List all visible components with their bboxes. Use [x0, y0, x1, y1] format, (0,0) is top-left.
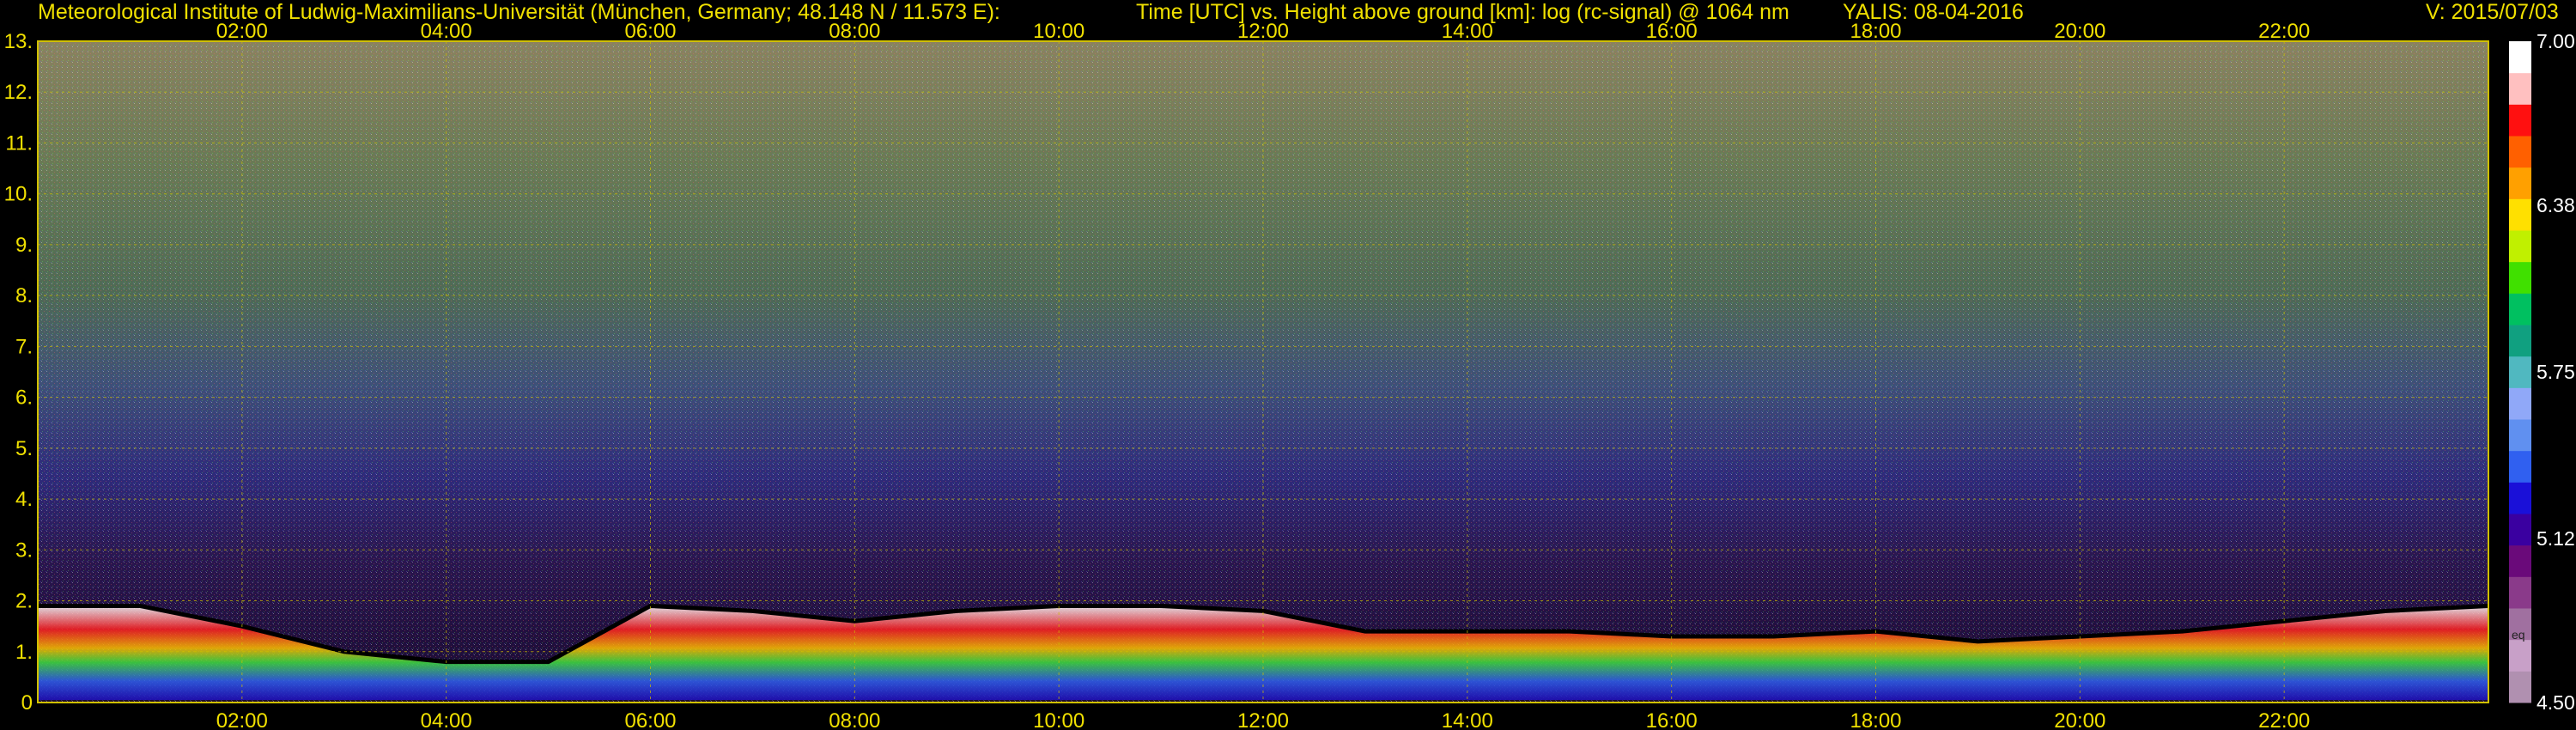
- colorbar-swatch: [2509, 167, 2531, 199]
- y-tick-label: 10.: [4, 183, 33, 206]
- x-tick-label-top: 08:00: [829, 20, 880, 43]
- x-tick-label-top: 04:00: [421, 20, 472, 43]
- x-tick-label-top: 20:00: [2054, 20, 2105, 43]
- y-tick-label: 9.: [15, 234, 33, 257]
- colorbar-swatch: [2509, 671, 2531, 703]
- colorbar-swatch: [2509, 387, 2531, 420]
- colorbar-tick-label: 5.12: [2537, 527, 2575, 550]
- x-tick-label-bottom: 22:00: [2258, 709, 2310, 730]
- x-tick-label-bottom: 12:00: [1237, 709, 1289, 730]
- x-tick-label-bottom: 04:00: [421, 709, 472, 730]
- colorbar-swatch: [2509, 198, 2531, 231]
- y-tick-label: 1.: [15, 641, 33, 664]
- y-tick-label: 8.: [15, 284, 33, 307]
- y-tick-label: 11.: [5, 131, 33, 155]
- colorbar-swatch: [2509, 419, 2531, 452]
- x-tick-label-top: 14:00: [1442, 20, 1493, 43]
- x-axis-bottom: 02:00 04:00 06:00 08:00 10:00 12:00 14:00 16:00…: [216, 709, 2310, 730]
- y-tick-label: 6.: [15, 386, 33, 410]
- colorbar-swatch: [2509, 356, 2531, 388]
- x-tick-label-top: 16:00: [1646, 20, 1698, 43]
- x-tick-label-bottom: 06:00: [624, 709, 676, 730]
- x-tick-label-bottom: 20:00: [2054, 709, 2105, 730]
- colorbar-swatch: [2509, 230, 2531, 263]
- y-axis: 0 1. 2. 3. 4. 5. 6. 7. 8. 9. 10. 11. 12. 13.: [4, 30, 33, 715]
- colorbar-swatch: [2509, 136, 2531, 168]
- colorbar-swatch: [2509, 72, 2531, 105]
- colorbar-tick-label: 4.50: [2537, 691, 2575, 714]
- colorbar-swatch: [2509, 639, 2531, 672]
- x-tick-label-top: 12:00: [1237, 20, 1289, 43]
- colorbar-swatch: [2509, 450, 2531, 483]
- x-tick-label-bottom: 16:00: [1646, 709, 1698, 730]
- y-tick-label: 4.: [15, 488, 33, 511]
- colorbar: 7.00 6.38 5.75 5.12 4.50 eq: [2509, 30, 2575, 714]
- colorbar-swatch: [2509, 104, 2531, 137]
- x-tick-label-top: 18:00: [1850, 20, 1901, 43]
- y-tick-label: 13.: [4, 30, 33, 53]
- colorbar-swatch: [2509, 514, 2531, 546]
- colorbar-sublabel: eq: [2512, 628, 2525, 642]
- y-tick-label: 5.: [15, 437, 33, 460]
- y-tick-label: 0: [21, 691, 33, 715]
- x-tick-label-top: 10:00: [1033, 20, 1084, 43]
- colorbar-swatch: [2509, 325, 2531, 357]
- x-tick-label-top: 22:00: [2258, 20, 2310, 43]
- colorbar-swatch: [2509, 261, 2531, 294]
- colorbar-swatch: [2509, 576, 2531, 609]
- colorbar-tick-label: 5.75: [2537, 361, 2575, 383]
- y-tick-label: 3.: [15, 538, 33, 562]
- x-tick-label-bottom: 02:00: [216, 709, 268, 730]
- x-tick-label-top: 02:00: [216, 20, 268, 43]
- x-axis-top: 02:00 04:00 06:00 08:00 10:00 12:00 14:00 16:00…: [216, 20, 2310, 43]
- colorbar-tick-label: 6.38: [2537, 194, 2575, 216]
- plot-area: [37, 40, 2489, 703]
- x-tick-label-bottom: 08:00: [829, 709, 880, 730]
- colorbar-swatch: [2509, 482, 2531, 514]
- x-tick-label-bottom: 18:00: [1850, 709, 1901, 730]
- colorbar-tick-label: 7.00: [2537, 30, 2575, 52]
- x-tick-label-top: 06:00: [624, 20, 676, 43]
- lidar-chart: 02:00 04:00 06:00 08:00 10:00 12:00 14:00 16:00…: [4, 20, 2575, 730]
- colorbar-swatch: [2509, 293, 2531, 325]
- colorbar-swatch: [2509, 41, 2531, 74]
- y-tick-label: 12.: [4, 81, 33, 104]
- y-tick-label: 7.: [15, 335, 33, 358]
- x-tick-label-bottom: 14:00: [1442, 709, 1493, 730]
- colorbar-swatch: [2509, 544, 2531, 577]
- y-tick-label: 2.: [15, 590, 33, 613]
- x-tick-label-bottom: 10:00: [1033, 709, 1084, 730]
